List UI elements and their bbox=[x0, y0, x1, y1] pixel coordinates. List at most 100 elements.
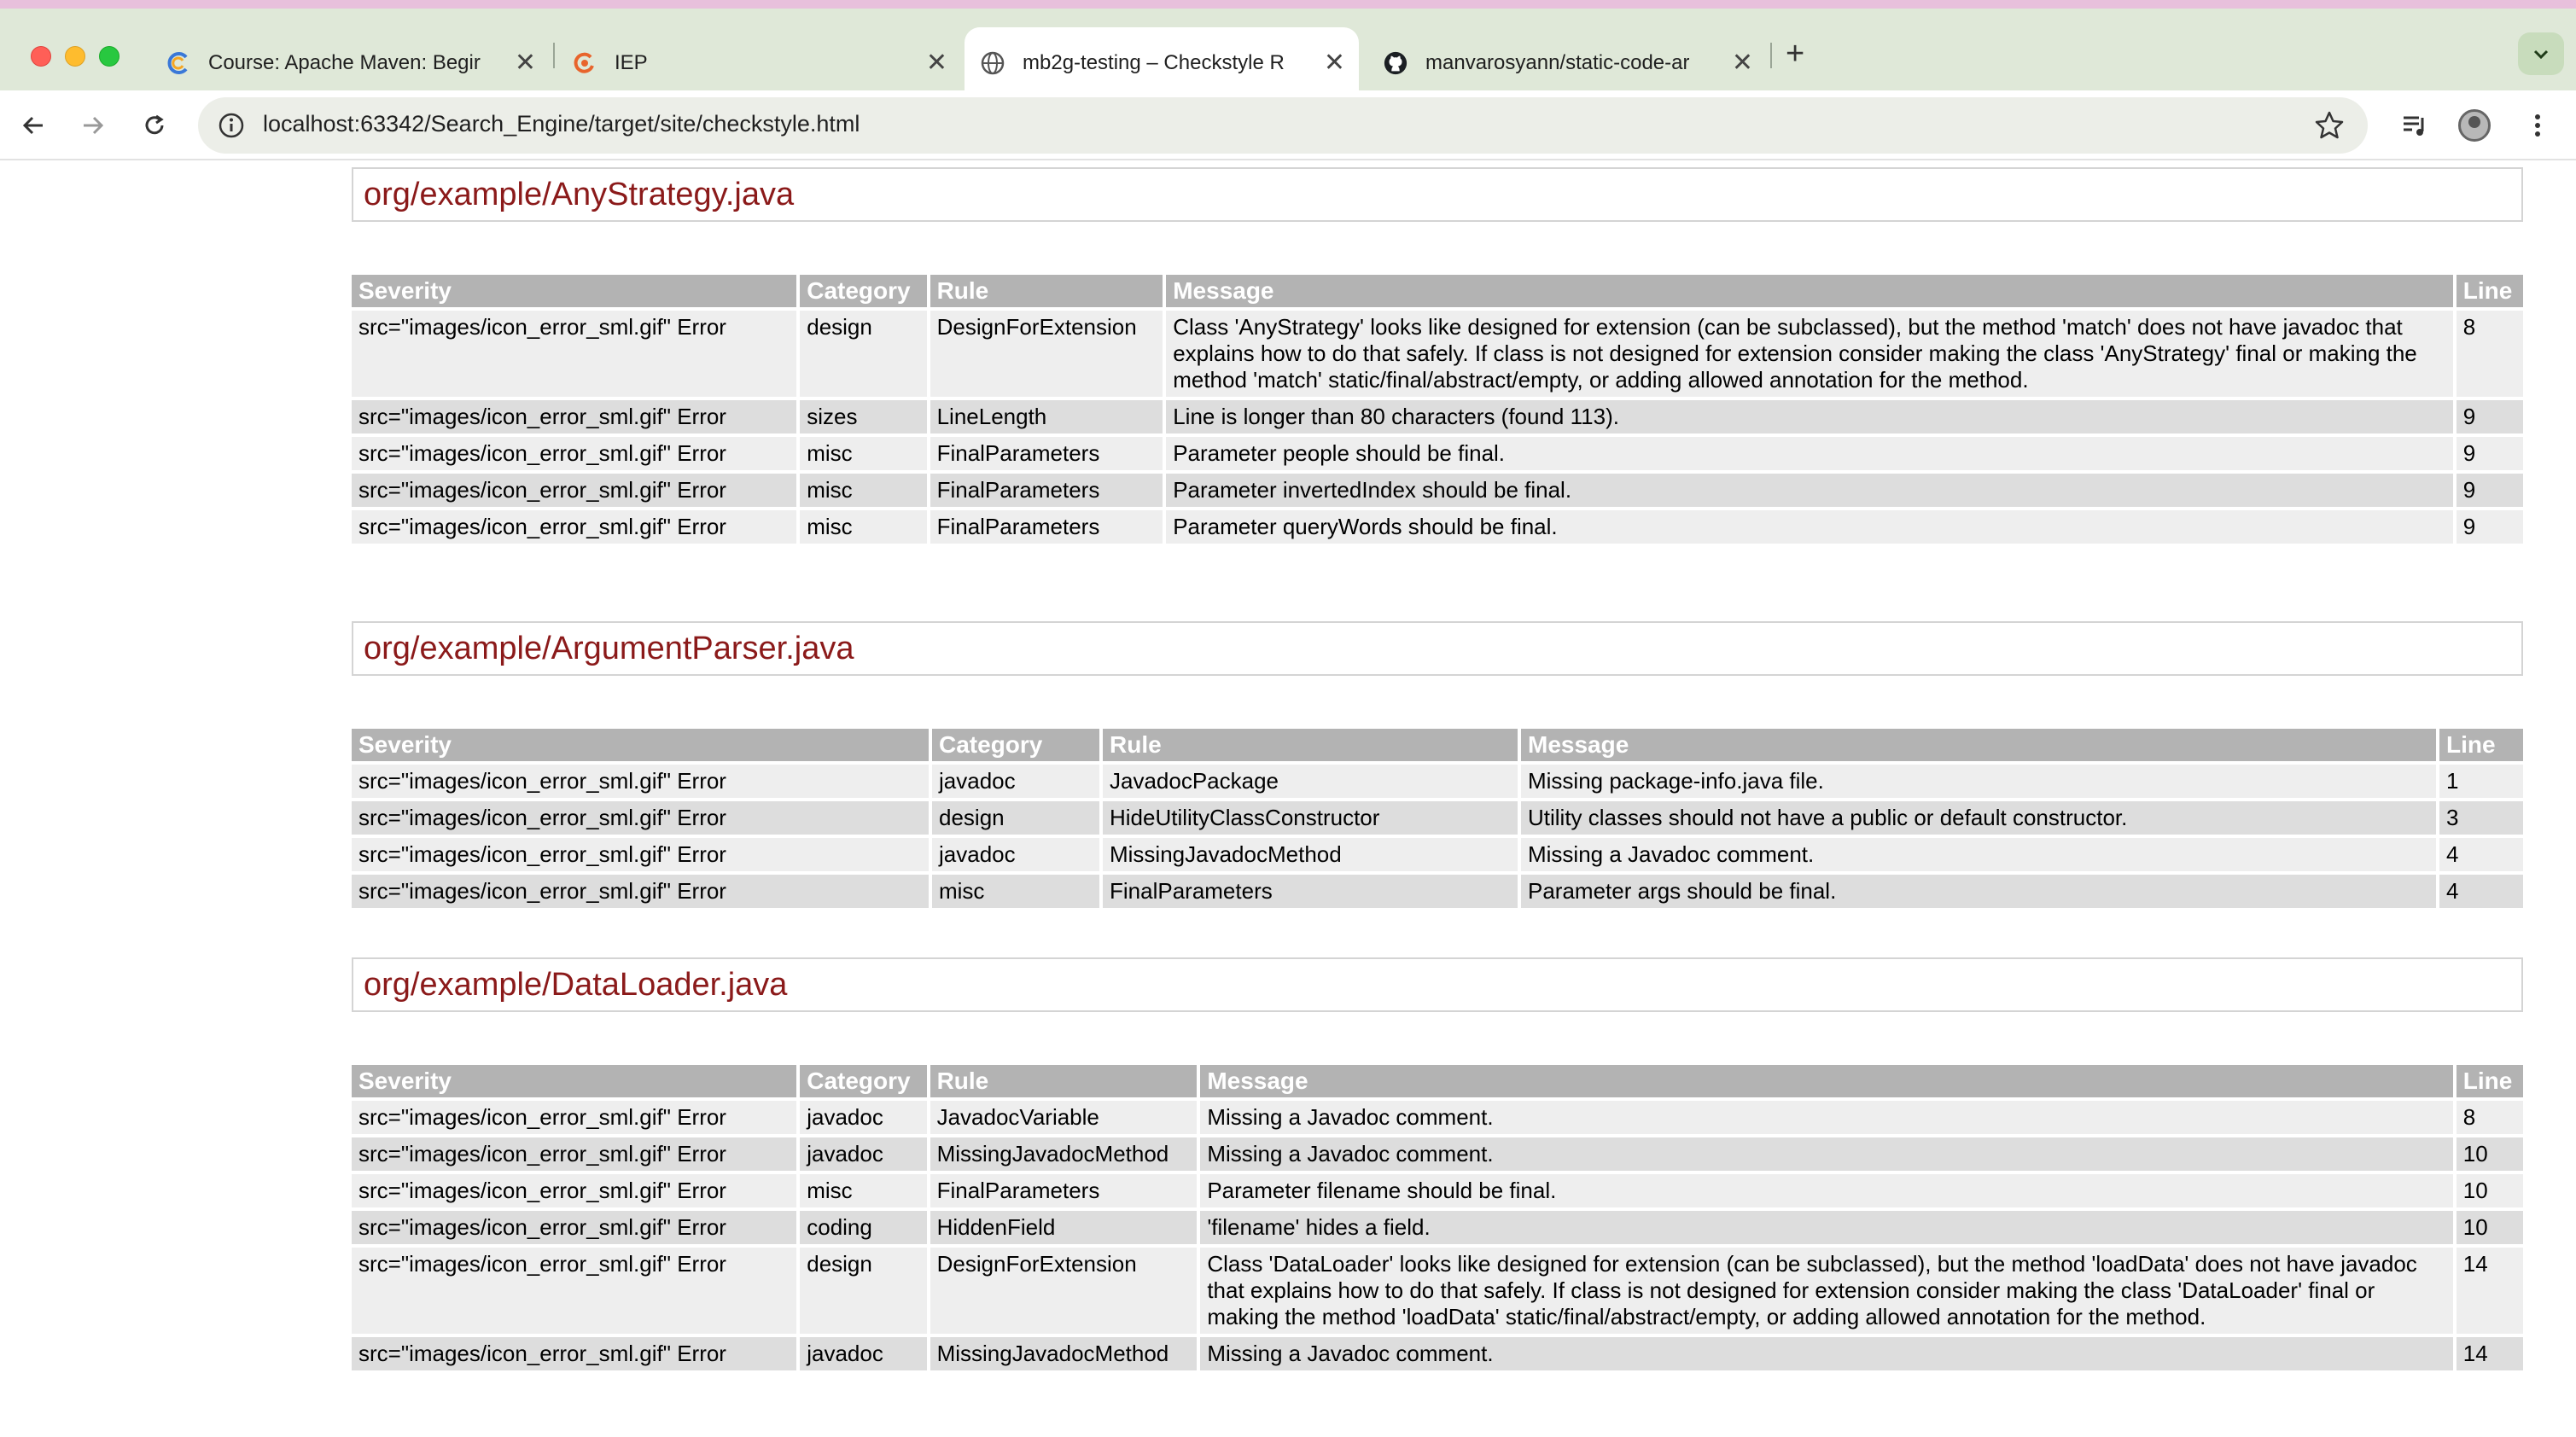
bookmark-star-icon[interactable] bbox=[2313, 109, 2346, 142]
line-cell: 1 bbox=[2439, 765, 2523, 798]
category-cell: coding bbox=[800, 1211, 927, 1244]
severity-cell: src="images/icon_error_sml.gif" Error bbox=[352, 838, 929, 871]
category-cell: misc bbox=[800, 510, 927, 544]
table-row: src="images/icon_error_sml.gif" Error ja… bbox=[352, 1337, 2523, 1370]
column-header-line: Line bbox=[2439, 729, 2523, 761]
rule-cell: FinalParameters bbox=[930, 1174, 1198, 1207]
close-tab-icon[interactable]: ✕ bbox=[515, 50, 536, 76]
line-cell: 8 bbox=[2456, 1101, 2523, 1134]
column-header-rule: Rule bbox=[930, 275, 1163, 307]
zoom-window-button[interactable] bbox=[99, 46, 119, 67]
table-row: src="images/icon_error_sml.gif" Error ja… bbox=[352, 1101, 2523, 1134]
category-cell: javadoc bbox=[800, 1337, 927, 1370]
info-icon[interactable] bbox=[217, 111, 246, 140]
violations-table: Severity Category Rule Message Line src=… bbox=[348, 1062, 2526, 1374]
severity-cell: src="images/icon_error_sml.gif" Error bbox=[352, 765, 929, 798]
category-cell: javadoc bbox=[800, 1137, 927, 1171]
tab-separator bbox=[553, 43, 555, 68]
table-header-row: Severity Category Rule Message Line bbox=[352, 729, 2523, 761]
message-cell: Missing a Javadoc comment. bbox=[1200, 1101, 2453, 1134]
message-cell: Parameter queryWords should be final. bbox=[1166, 510, 2453, 544]
tab-separator bbox=[1770, 43, 1772, 68]
media-queue-icon bbox=[2404, 116, 2424, 136]
column-header-severity: Severity bbox=[352, 729, 929, 761]
rule-cell: FinalParameters bbox=[930, 474, 1163, 507]
rule-cell: FinalParameters bbox=[930, 437, 1163, 470]
close-tab-icon[interactable]: ✕ bbox=[1324, 50, 1345, 76]
tab-course[interactable]: Course: Apache Maven: Begir ✕ bbox=[150, 27, 550, 99]
category-cell: misc bbox=[800, 437, 927, 470]
message-cell: Parameter people should be final. bbox=[1166, 437, 2453, 470]
file-section: org/example/DataLoader.java Severity Cat… bbox=[352, 957, 2523, 1370]
table-row: src="images/icon_error_sml.gif" Error ja… bbox=[352, 1137, 2523, 1171]
table-row: src="images/icon_error_sml.gif" Error mi… bbox=[352, 437, 2523, 470]
minimize-window-button[interactable] bbox=[65, 46, 85, 67]
category-cell: javadoc bbox=[932, 765, 1099, 798]
url-text[interactable]: localhost:63342/Search_Engine/target/sit… bbox=[263, 111, 860, 137]
category-cell: misc bbox=[932, 875, 1099, 908]
rule-cell: MissingJavadocMethod bbox=[1103, 838, 1518, 871]
line-cell: 9 bbox=[2456, 437, 2523, 470]
line-cell: 4 bbox=[2439, 875, 2523, 908]
new-tab-button[interactable]: + bbox=[1786, 38, 1804, 70]
severity-cell: src="images/icon_error_sml.gif" Error bbox=[352, 1211, 797, 1244]
course-favicon-icon bbox=[166, 50, 191, 76]
table-row: src="images/icon_error_sml.gif" Error de… bbox=[352, 1248, 2523, 1334]
line-cell: 10 bbox=[2456, 1137, 2523, 1171]
browser-menu-button[interactable] bbox=[2518, 106, 2557, 145]
category-cell: javadoc bbox=[800, 1101, 927, 1134]
reload-icon bbox=[145, 114, 164, 135]
line-cell: 10 bbox=[2456, 1174, 2523, 1207]
table-row: src="images/icon_error_sml.gif" Error co… bbox=[352, 1211, 2523, 1244]
line-cell: 8 bbox=[2456, 311, 2523, 397]
address-bar[interactable]: localhost:63342/Search_Engine/target/sit… bbox=[198, 97, 2368, 154]
profile-button[interactable] bbox=[2455, 106, 2494, 145]
rule-cell: MissingJavadocMethod bbox=[930, 1137, 1198, 1171]
rule-cell: DesignForExtension bbox=[930, 1248, 1198, 1334]
table-row: src="images/icon_error_sml.gif" Error ja… bbox=[352, 838, 2523, 871]
avatar bbox=[2458, 109, 2491, 142]
file-heading: org/example/DataLoader.java bbox=[352, 957, 2523, 1012]
message-cell: Missing a Javadoc comment. bbox=[1521, 838, 2436, 871]
rule-cell: HideUtilityClassConstructor bbox=[1103, 801, 1518, 835]
severity-cell: src="images/icon_error_sml.gif" Error bbox=[352, 1248, 797, 1334]
message-cell: Parameter filename should be final. bbox=[1200, 1174, 2453, 1207]
rule-cell: FinalParameters bbox=[930, 510, 1163, 544]
table-row: src="images/icon_error_sml.gif" Error mi… bbox=[352, 1174, 2523, 1207]
message-cell: Class 'DataLoader' looks like designed f… bbox=[1200, 1248, 2453, 1334]
tab-iep[interactable]: IEP ✕ bbox=[557, 27, 961, 99]
arrow-left-icon bbox=[22, 116, 43, 135]
rule-cell: JavadocVariable bbox=[930, 1101, 1198, 1134]
line-cell: 3 bbox=[2439, 801, 2523, 835]
close-tab-icon[interactable]: ✕ bbox=[926, 50, 947, 76]
table-row: src="images/icon_error_sml.gif" Error mi… bbox=[352, 474, 2523, 507]
file-section: org/example/AnyStrategy.java Severity Ca… bbox=[352, 167, 2523, 544]
category-cell: misc bbox=[800, 474, 927, 507]
message-cell: Parameter invertedIndex should be final. bbox=[1166, 474, 2453, 507]
chevron-down-icon bbox=[2533, 49, 2549, 60]
back-button[interactable] bbox=[14, 106, 53, 145]
forward-button[interactable] bbox=[73, 106, 113, 145]
close-window-button[interactable] bbox=[31, 46, 51, 67]
tab-search-button[interactable] bbox=[2518, 32, 2564, 75]
rule-cell: LineLength bbox=[930, 400, 1163, 433]
file-heading: org/example/AnyStrategy.java bbox=[352, 167, 2523, 222]
tab-checkstyle-report[interactable]: mb2g-testing – Checkstyle R ✕ bbox=[965, 27, 1359, 99]
message-cell: Missing a Javadoc comment. bbox=[1200, 1137, 2453, 1171]
media-control-button[interactable] bbox=[2395, 106, 2434, 145]
column-header-line: Line bbox=[2456, 275, 2523, 307]
violations-table: Severity Category Rule Message Line src=… bbox=[348, 725, 2526, 911]
severity-cell: src="images/icon_error_sml.gif" Error bbox=[352, 801, 929, 835]
page-content: org/example/AnyStrategy.java Severity Ca… bbox=[0, 160, 2576, 1437]
severity-cell: src="images/icon_error_sml.gif" Error bbox=[352, 510, 797, 544]
tab-title: Course: Apache Maven: Begir bbox=[208, 51, 481, 74]
github-icon bbox=[1383, 50, 1408, 76]
message-cell: Missing package-info.java file. bbox=[1521, 765, 2436, 798]
message-cell: Utility classes should not have a public… bbox=[1521, 801, 2436, 835]
tab-github[interactable]: manvarosyann/static-code-ar ✕ bbox=[1367, 27, 1767, 99]
tab-bar: Course: Apache Maven: Begir ✕ IEP ✕ mb2g… bbox=[0, 9, 2576, 99]
close-tab-icon[interactable]: ✕ bbox=[1732, 50, 1753, 76]
message-cell: Missing a Javadoc comment. bbox=[1200, 1337, 2453, 1370]
reload-button[interactable] bbox=[135, 106, 174, 145]
column-header-severity: Severity bbox=[352, 1065, 797, 1097]
